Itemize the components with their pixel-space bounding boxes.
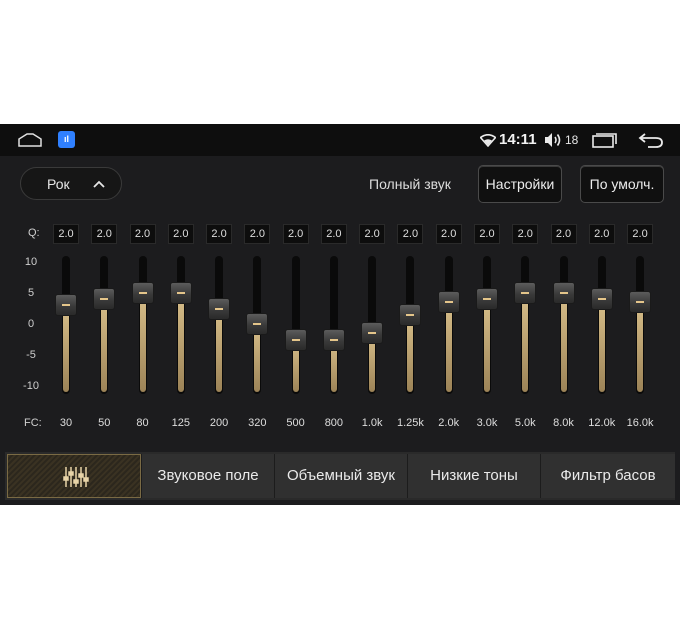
eq-slider-knob[interactable] [131,282,154,304]
default-button[interactable]: По умолч. [580,165,664,203]
eq-slider-fill [483,299,490,392]
q-value[interactable]: 2.0 [53,224,79,244]
eq-slider-fill [560,293,567,392]
q-value[interactable]: 2.0 [435,224,462,244]
q-value[interactable]: 2.0 [129,224,156,244]
tab-sound-field[interactable]: Звуковое поле [141,454,274,498]
eq-slider-fill [216,308,223,392]
frequency-label: 2.0k [438,417,460,429]
q-value[interactable]: 2.0 [167,224,194,244]
eq-slider-fill [63,305,69,392]
tab-surround[interactable]: Объемный звук [274,454,407,498]
q-value[interactable]: 2.0 [512,224,539,244]
tab-equalizer[interactable] [7,454,141,498]
q-label: Q: [28,227,40,239]
frequency-label: 12.0k [588,417,616,429]
q-value[interactable]: 2.0 [397,224,424,244]
full-sound-label[interactable]: Полный звук [369,176,451,192]
frequency-label: 50 [98,417,111,429]
eq-slider-knob[interactable] [629,291,652,314]
gain-tick-label: 0 [27,318,35,330]
eq-slider-knob[interactable] [437,291,460,314]
eq-slider-knob[interactable] [246,313,269,335]
frequency-label: 5.0k [514,417,536,429]
eq-slider-knob[interactable] [590,288,613,311]
tab-bass-tones[interactable]: Низкие тоны [407,454,540,498]
frequency-label: 30 [59,417,73,429]
frequency-label: 320 [248,417,267,429]
frequency-label: 1.25k [396,417,424,429]
eq-slider-knob[interactable] [169,282,192,304]
eq-slider-knob[interactable] [284,328,307,351]
frequency-label: 80 [136,417,149,429]
frequency-label: 3.0k [476,417,498,429]
home-icon[interactable] [18,133,42,147]
q-value[interactable]: 2.0 [473,224,500,244]
q-value[interactable]: 2.0 [206,224,233,244]
equalizer-screen: ıl 14:11 18 Рок Полный звук Настройки По… [0,124,680,505]
equalizer-icon [63,467,89,487]
wifi-icon [480,134,496,147]
eq-slider-knob[interactable] [361,322,384,345]
q-value[interactable]: 2.0 [359,224,386,244]
clock: 14:11 [499,131,537,148]
q-value[interactable]: 2.0 [320,224,347,244]
eq-slider-knob[interactable] [93,288,116,311]
fc-label: FC: [24,417,42,429]
eq-slider-fill [101,299,108,392]
preset-selector[interactable]: Рок [20,167,122,200]
frequency-label: 1.0k [361,417,383,429]
q-value[interactable]: 2.0 [244,224,271,244]
eq-slider-knob[interactable] [552,282,575,304]
q-value[interactable]: 2.0 [550,224,577,244]
volume-level: 18 [565,133,579,147]
chevron-up-icon [93,180,105,188]
eq-slider-knob[interactable] [514,282,537,304]
eq-slider-knob[interactable] [475,288,498,311]
frequency-label: 200 [209,417,229,429]
eq-slider-knob[interactable] [322,328,345,351]
volume-icon[interactable] [544,132,562,148]
q-value[interactable]: 2.0 [91,224,118,244]
status-bar: ıl 14:11 18 [0,124,680,156]
eq-slider-fill [139,293,146,392]
tab-bar: Звуковое поле Объемный звук Низкие тоны … [5,452,675,500]
eq-slider-fill [445,302,452,392]
frequency-label: 500 [286,417,305,429]
eq-slider-fill [522,293,529,392]
q-value[interactable]: 2.0 [588,224,615,244]
frequency-label: 800 [324,417,344,429]
eq-slider-knob[interactable] [55,294,77,317]
frequency-label: 16.0k [626,417,654,429]
gain-tick-label: 5 [27,287,35,299]
gain-tick-label: 10 [24,256,38,268]
q-value[interactable]: 2.0 [627,224,654,244]
eq-slider-knob[interactable] [399,303,422,326]
settings-button[interactable]: Настройки [478,165,562,203]
gain-tick-label: -5 [26,349,36,361]
preset-label: Рок [47,176,70,192]
eq-slider-fill [598,299,605,392]
eq-slider-fill [177,293,184,392]
back-icon[interactable] [638,132,664,148]
frequency-label: 125 [171,417,190,429]
recent-apps-icon[interactable] [592,133,618,148]
q-value[interactable]: 2.0 [282,224,309,244]
eq-slider-fill [407,314,414,392]
tab-bass-filter[interactable]: Фильтр басов [540,454,675,498]
gain-tick-label: -10 [23,380,39,392]
frequency-label: 8.0k [553,417,574,429]
eq-slider-fill [637,302,644,392]
app-icon[interactable]: ıl [58,131,75,148]
eq-slider-knob[interactable] [208,297,231,320]
